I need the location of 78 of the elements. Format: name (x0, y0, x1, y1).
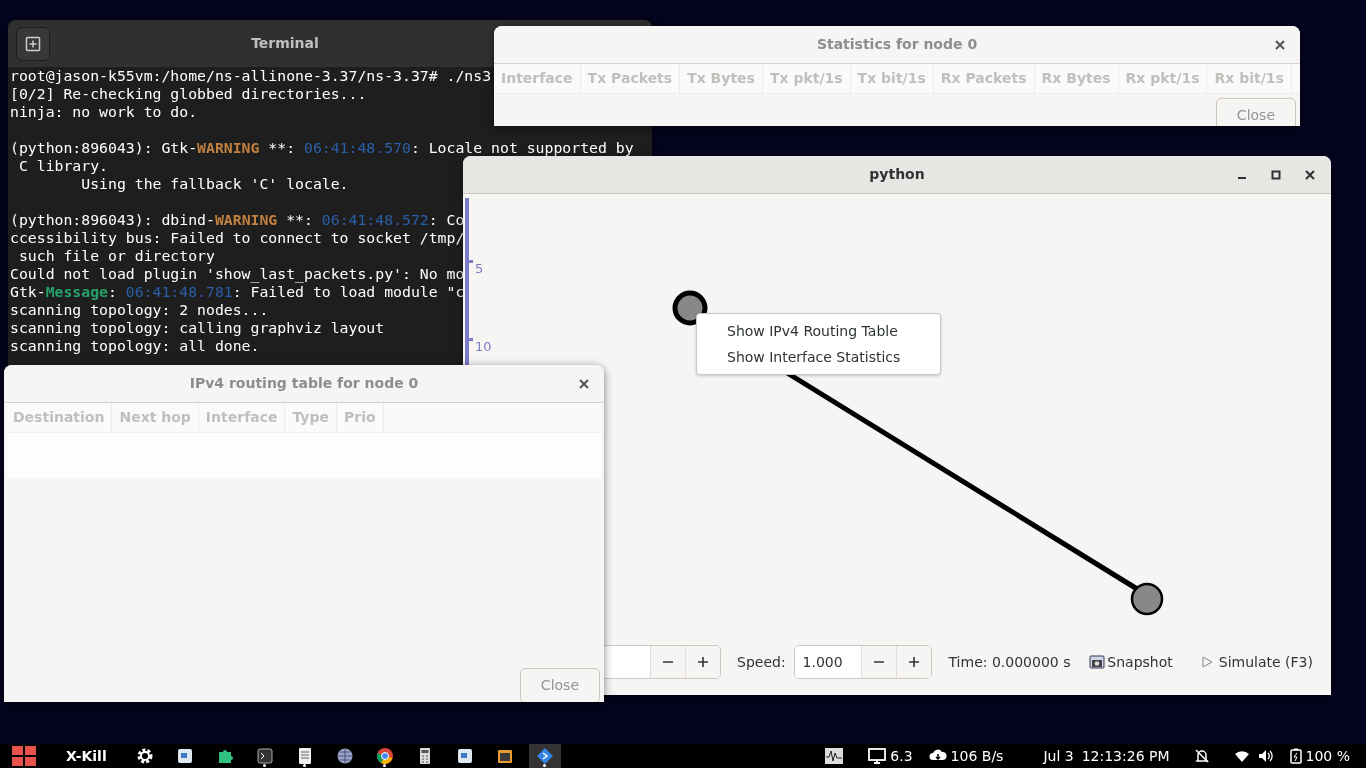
column-header[interactable]: Tx Packets (580, 64, 681, 93)
new-tab-icon (25, 35, 41, 52)
battery-label: 100 % (1305, 746, 1350, 766)
window-title: python (869, 165, 925, 184)
terminal-icon (255, 747, 274, 765)
browser-icon (375, 747, 394, 765)
terminal-line: C library. (17, 157, 108, 175)
menu-item[interactable]: Show IPv4 Routing Table (697, 318, 940, 344)
xkill-button[interactable]: X-Kill (64, 741, 109, 768)
speaker-icon[interactable] (1257, 749, 1274, 763)
column-header[interactable]: Interface (494, 64, 581, 93)
terminal-line: (python:896043): Gtk-WARNING **: 06:41:48.570: Locale not supported by (10, 139, 634, 157)
monitor-icon (868, 748, 887, 764)
terminal-line: Gtk-Message: 06:41:48.781: Failed to load module "c (10, 283, 465, 301)
bell-off-icon[interactable] (1193, 748, 1210, 764)
play-icon (1200, 656, 1213, 668)
grid-icon (11, 745, 37, 767)
node-circle[interactable] (1130, 582, 1164, 616)
dialog-title: Statistics for node 0 (816, 35, 978, 54)
archive-icon (495, 747, 514, 765)
battery-icon[interactable] (1289, 748, 1302, 764)
dialog-title: IPv4 routing table for node 0 (189, 374, 419, 393)
column-header[interactable]: Rx bit/1s (1207, 64, 1292, 93)
taskbar-button[interactable] (528, 744, 561, 768)
terminal-line: root@jason-k55vm:/home/ns-allinone-3.37/ns-3.37# ./ns3 (10, 67, 492, 85)
column-header[interactable]: Interface (198, 403, 286, 432)
window-icon (175, 747, 194, 765)
increment-button[interactable] (895, 646, 931, 678)
close-button[interactable]: Close (1215, 98, 1296, 126)
terminal-line: Using the fallback 'C' locale. (80, 175, 349, 193)
column-header[interactable]: Rx pkt/1s (1118, 64, 1208, 93)
plus-icon (907, 656, 920, 668)
close-icon (1274, 39, 1286, 51)
terminal-line: Could not load plugin 'show_last_packets.py': No mo (10, 265, 465, 283)
gear-icon (135, 747, 154, 765)
wifi-icon[interactable] (1233, 749, 1250, 763)
plus-icon (697, 656, 709, 668)
time-label: Time: 0.000000 s (948, 652, 1071, 672)
maximize-icon[interactable] (1271, 170, 1281, 180)
window-title: Terminal (250, 34, 320, 53)
diamond-icon (535, 747, 554, 765)
spin-box[interactable]: 1.000 (793, 645, 932, 679)
network-speed-label: 106 B/s (950, 746, 1004, 766)
system-monitor-icon[interactable] (824, 747, 845, 765)
terminal-line: such file or directory (17, 247, 215, 265)
ruler-label: 5 (475, 260, 484, 278)
date-label: Jul 3 (1043, 746, 1074, 766)
globe-icon (335, 747, 354, 765)
terminal-line: (python:896043): dbind-WARNING **: 06:41:48.572: Co (10, 211, 465, 229)
terminal-line: ccessibility bus: Failed to connect to socket /tmp/ (10, 229, 465, 247)
column-header[interactable]: Tx Bytes (680, 64, 763, 93)
ruler-label: 10 (475, 338, 492, 356)
menu-item[interactable]: Show Interface Statistics (697, 344, 940, 370)
column-header[interactable]: Tx pkt/1s (762, 64, 851, 93)
clock-label: 12:13:26 PM (1081, 746, 1170, 766)
column-header[interactable]: Rx Bytes (1034, 64, 1119, 93)
terminal-line: scanning topology: all done. (10, 337, 260, 355)
column-header[interactable]: Tx bit/1s (850, 64, 934, 93)
load-label: 6.3 (890, 746, 913, 766)
terminal-line: ninja: no work to do. (10, 103, 198, 121)
window-icon (455, 747, 474, 765)
speed-label: Speed: (737, 652, 786, 672)
terminal-line: scanning topology: 2 nodes... (10, 301, 269, 319)
new-tab-button[interactable] (16, 26, 50, 61)
column-header[interactable]: Prio (337, 403, 384, 432)
terminal-line: [0/2] Re-checking globbed directories... (10, 85, 367, 103)
increment-button[interactable] (685, 646, 720, 678)
close-button[interactable]: Close (519, 668, 600, 702)
close-icon (578, 378, 590, 390)
simulate-button[interactable]: Simulate (F3) (1198, 647, 1315, 677)
node-circle[interactable] (672, 290, 708, 326)
camera-icon (1089, 654, 1106, 670)
snapshot-button[interactable]: Snapshot (1087, 647, 1175, 677)
column-header[interactable]: Next hop (112, 403, 199, 432)
column-header[interactable]: Rx Packets (933, 64, 1035, 93)
terminal-line: scanning topology: calling graphviz layout (10, 319, 385, 337)
column-header[interactable]: Destination (6, 403, 113, 432)
column-header[interactable]: Type (285, 403, 337, 432)
